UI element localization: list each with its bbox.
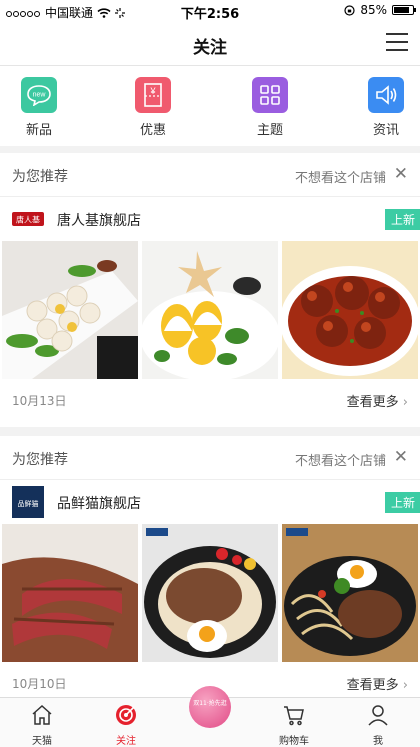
new-badge-icon: new — [21, 77, 57, 113]
category-news-label: 资讯 — [372, 123, 399, 138]
tab-promo[interactable]: 双11·抢先逛 — [168, 686, 252, 747]
recommend-card: 为您推荐 不想看这个店铺 ✕ 品鲜猫 品鲜猫旗舰店 上新 10月10日 查看更多… — [0, 436, 420, 704]
tab-bar: 天猫 关注 双11·抢先逛 购物车 我 — [0, 686, 420, 747]
category-new[interactable]: new 新品 — [0, 66, 78, 146]
new-arrival-badge: 上新 — [384, 492, 420, 513]
cart-icon — [284, 706, 304, 726]
tab-me-label: 我 — [373, 736, 383, 747]
person-icon — [368, 705, 388, 726]
dismiss-shop-button[interactable]: 不想看这个店铺 — [295, 450, 386, 469]
battery-percent: 85% — [360, 3, 387, 17]
shop-row[interactable]: 唐人基 唐人基旗舰店 上新 — [0, 197, 420, 241]
dumplings-photo[interactable] — [2, 241, 138, 379]
svg-text:new: new — [33, 92, 47, 99]
coupon-icon: ¥ — [135, 77, 171, 113]
shop-logo: 唐人基 — [12, 203, 44, 235]
speaker-icon — [368, 77, 404, 113]
tab-follow-label: 关注 — [116, 736, 136, 747]
shop-name: 品鲜猫旗舰店 — [57, 496, 141, 512]
view-more-button[interactable]: 查看更多 › — [347, 674, 408, 693]
svg-text:¥: ¥ — [149, 86, 156, 96]
category-discount[interactable]: ¥ 优惠 — [78, 66, 228, 146]
tab-home-label: 天猫 — [32, 736, 52, 747]
product-images — [0, 524, 420, 662]
promo-text: 双11·抢先逛 — [193, 700, 227, 707]
tab-me[interactable]: 我 — [336, 698, 420, 747]
recommend-heading: 为您推荐 — [12, 169, 68, 185]
tab-cart[interactable]: 购物车 — [252, 698, 336, 747]
category-theme[interactable]: 主题 — [228, 66, 312, 146]
close-icon[interactable]: ✕ — [394, 449, 408, 466]
grid-icon — [252, 77, 288, 113]
category-discount-label: 优惠 — [139, 123, 166, 138]
tab-cart-label: 购物车 — [279, 736, 309, 747]
page-title: 关注 — [193, 38, 227, 58]
category-news[interactable]: 资讯 — [312, 66, 420, 146]
target-icon — [116, 705, 136, 725]
chevron-right-icon: › — [402, 395, 408, 410]
shop-logo: 品鲜猫 — [12, 486, 44, 518]
promo-badge: 双11·抢先逛 — [189, 686, 231, 728]
tab-home[interactable]: 天猫 — [0, 698, 84, 747]
meatballs-photo[interactable] — [282, 241, 418, 379]
shop-row[interactable]: 品鲜猫 品鲜猫旗舰店 上新 — [0, 480, 420, 524]
home-icon — [32, 704, 52, 725]
battery-icon — [392, 5, 416, 15]
shop-name: 唐人基旗舰店 — [57, 213, 141, 229]
tab-follow[interactable]: 关注 — [84, 698, 168, 747]
chevron-right-icon: › — [402, 678, 408, 693]
post-date: 10月13日 — [12, 394, 67, 408]
category-theme-label: 主题 — [256, 123, 283, 138]
view-more-button[interactable]: 查看更多 › — [347, 391, 408, 410]
new-arrival-badge: 上新 — [384, 209, 420, 230]
steak-egg-photo[interactable] — [142, 524, 278, 662]
egg-dish-photo[interactable] — [142, 241, 278, 379]
recommend-card: 为您推荐 不想看这个店铺 ✕ 唐人基 唐人基旗舰店 上新 10月13日 查看更多… — [0, 153, 420, 427]
recommend-header: 为您推荐 不想看这个店铺 ✕ — [0, 436, 420, 480]
steak-plate-photo[interactable] — [282, 524, 418, 662]
nav-bar: 关注 — [0, 22, 420, 66]
steak-slices-photo[interactable] — [2, 524, 138, 662]
post-date: 10月10日 — [12, 677, 67, 691]
recommend-heading: 为您推荐 — [12, 452, 68, 468]
status-bar: 中国联通 下午2:56 85% — [0, 0, 420, 22]
svg-text:品鲜猫: 品鲜猫 — [18, 499, 39, 508]
close-icon[interactable]: ✕ — [394, 166, 408, 183]
category-new-label: 新品 — [25, 123, 52, 138]
svg-text:唐人基: 唐人基 — [16, 215, 40, 225]
category-row: new 新品 ¥ 优惠 主题 资讯 — [0, 66, 420, 146]
card-footer: 10月13日 查看更多 › — [0, 379, 420, 419]
dismiss-shop-button[interactable]: 不想看这个店铺 — [295, 167, 386, 186]
recommend-header: 为您推荐 不想看这个店铺 ✕ — [0, 153, 420, 197]
product-images — [0, 241, 420, 379]
menu-icon[interactable] — [386, 33, 408, 53]
orientation-lock-icon — [344, 4, 355, 16]
